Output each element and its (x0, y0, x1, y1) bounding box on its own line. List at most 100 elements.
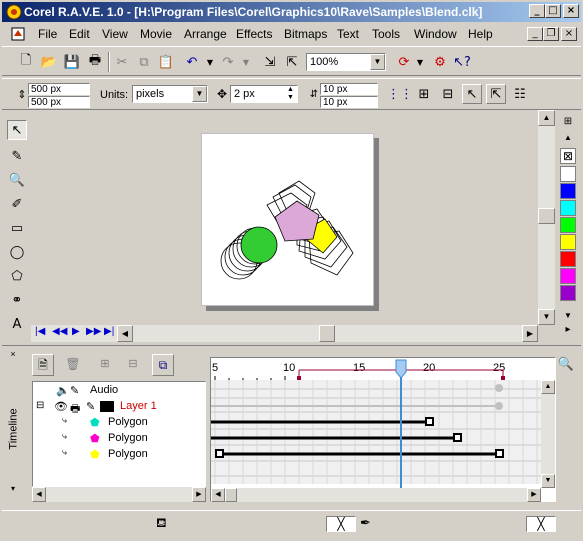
menu-effects[interactable]: Effects (236, 27, 272, 41)
redo-dropdown-icon[interactable]: ▼ (236, 52, 256, 72)
copy-icon[interactable]: ⧉ (134, 52, 154, 72)
edit-properties-icon[interactable]: ☷ (510, 84, 530, 104)
save-icon[interactable]: 💾 (62, 52, 82, 72)
pick-tool-icon[interactable]: ↖ (7, 120, 27, 140)
menu-file[interactable]: File (38, 27, 57, 41)
undo-icon[interactable]: ↶ (182, 52, 202, 72)
menu-window[interactable]: Window (414, 27, 457, 41)
zoom-dropdown-icon[interactable]: ▼ (370, 54, 385, 70)
layer-row-polygon-2[interactable]: ⤷ ⬟ Polygon (56, 431, 206, 447)
palette-swatch[interactable] (560, 183, 576, 199)
tree-expand-icon[interactable]: ⊟ (36, 400, 44, 411)
document-icon[interactable] (10, 26, 26, 42)
palette-swatch[interactable] (560, 217, 576, 233)
palette-swatch[interactable] (560, 268, 576, 284)
units-select[interactable]: pixels ▼ (132, 85, 208, 103)
corel-app-icon[interactable] (6, 4, 22, 20)
fill-none-indicator[interactable]: ╳ (326, 516, 356, 532)
menu-tools[interactable]: Tools (372, 27, 400, 41)
snap-to-grid-icon[interactable]: ⋮⋮ (387, 84, 413, 104)
scroll-right-icon[interactable]: ▶ (522, 325, 538, 342)
zoom-tool-icon[interactable]: 🔍 (7, 170, 27, 190)
menu-bitmaps[interactable]: Bitmaps (284, 27, 327, 41)
frames-hscroll-thumb[interactable] (225, 488, 237, 502)
treat-as-filled-icon[interactable]: ↖ (462, 84, 482, 104)
previous-frame-icon[interactable]: ◀◀ (52, 326, 67, 337)
menu-movie[interactable]: Movie (140, 27, 172, 41)
import-icon[interactable]: ⇲ (260, 52, 280, 72)
play-icon[interactable]: ▶ (72, 326, 80, 337)
last-frame-icon[interactable]: ▶| (104, 326, 114, 337)
duplicate-y-input[interactable]: 10 px (320, 96, 378, 108)
menu-view[interactable]: View (102, 27, 128, 41)
rectangle-tool-icon[interactable]: ▭ (7, 218, 27, 238)
scroll-down-icon[interactable]: ▼ (538, 309, 555, 325)
ellipse-tool-icon[interactable]: ◯ (7, 242, 27, 262)
palette-scroll-up-icon[interactable]: ▲ (560, 134, 576, 142)
show-tweens-icon[interactable]: ⧉ (152, 354, 174, 376)
fill-bucket-icon[interactable]: ⛾ (156, 515, 167, 533)
scroll-right-icon[interactable]: ▶ (527, 488, 541, 502)
frames-hscrollbar[interactable]: ◀ ▶ (211, 488, 541, 502)
freehand-tool-icon[interactable]: ✐ (7, 194, 27, 214)
no-color-swatch[interactable]: ⊠ (560, 148, 576, 164)
corel-online-icon[interactable]: ⚙ (430, 52, 450, 72)
timeline-zoom-icon[interactable]: 🔍 (556, 356, 576, 376)
scroll-left-icon[interactable]: ◀ (32, 487, 46, 502)
layer-color-swatch[interactable] (100, 401, 114, 412)
maximize-button[interactable]: □ (545, 4, 561, 18)
menu-arrange[interactable]: Arrange (184, 27, 227, 41)
scroll-right-icon[interactable]: ▶ (192, 487, 206, 502)
undo-dropdown-icon[interactable]: ▼ (200, 52, 220, 72)
delete-frames-icon[interactable]: ⊟ (122, 354, 144, 376)
polygon-tool-icon[interactable]: ⬠ (7, 266, 27, 286)
eye-icon[interactable]: 👁 (54, 400, 68, 413)
new-file-icon[interactable]: 🗋 (16, 52, 36, 72)
paste-icon[interactable]: 📋 (156, 52, 176, 72)
frames-grid[interactable] (211, 358, 555, 488)
palette-expand-icon[interactable]: ▸ (560, 324, 576, 340)
outline-none-indicator[interactable]: ╳ (526, 516, 556, 532)
palette-swatch[interactable] (560, 200, 576, 216)
frames-vscrollbar[interactable]: ▲ ▼ (541, 380, 555, 488)
layer-tree-hscrollbar[interactable]: ◀ ▶ (32, 487, 206, 502)
minimize-button[interactable]: _ (529, 4, 545, 18)
units-dropdown-icon[interactable]: ▼ (192, 86, 207, 102)
export-icon[interactable]: ⇱ (282, 52, 302, 72)
height-input[interactable]: 500 px (28, 96, 90, 108)
timeline-tab[interactable]: Timeline (4, 364, 24, 494)
layer-row-layer1[interactable]: ⊟ 👁 🖶 ✎ Layer 1 (36, 399, 206, 415)
layer-row-audio[interactable]: 🔈 ✎ Audio (56, 383, 206, 399)
menu-edit[interactable]: Edit (69, 27, 90, 41)
palette-swatch[interactable] (560, 285, 576, 301)
palette-flyout-icon[interactable]: ⊞ (560, 116, 576, 132)
scroll-left-icon[interactable]: ◀ (211, 488, 225, 502)
redo-icon[interactable]: ↷ (218, 52, 238, 72)
open-folder-icon[interactable]: 📂 (39, 52, 59, 72)
next-frame-icon[interactable]: ▶▶ (86, 326, 101, 337)
tool-options-icon[interactable]: ⇱ (486, 84, 506, 104)
print-icon[interactable]: 🖶 (85, 52, 105, 72)
scroll-left-icon[interactable]: ◀ (117, 325, 133, 342)
launcher-dropdown-icon[interactable]: ▼ (410, 52, 430, 72)
blend-artwork[interactable] (201, 133, 374, 306)
scroll-down-icon[interactable]: ▼ (541, 474, 555, 488)
docker-collapse-icon[interactable]: ▾ (8, 484, 18, 494)
snap-guidelines-icon[interactable]: ⊞ (414, 84, 434, 104)
doc-minimize-button[interactable]: _ (527, 27, 543, 41)
shape-tool-icon[interactable]: ✎ (7, 146, 27, 166)
whats-this-help-icon[interactable]: ↖? (452, 52, 472, 72)
delete-icon[interactable]: 🗑 (62, 354, 84, 376)
palette-swatch[interactable] (560, 234, 576, 250)
stage-vertical-scrollbar[interactable]: ▲ ▼ (538, 110, 555, 325)
menu-help[interactable]: Help (468, 27, 493, 41)
nudge-input[interactable]: 2 px ▲ ▼ (230, 85, 298, 103)
new-layer-icon[interactable]: 🗎 (32, 354, 54, 376)
nudge-spinner-icon[interactable]: ▲ ▼ (285, 86, 296, 102)
interactive-tool-icon[interactable]: ⚭ (7, 290, 27, 310)
doc-close-button[interactable]: × (561, 27, 577, 41)
palette-scroll-down-icon[interactable]: ▼ (560, 311, 576, 321)
close-button[interactable]: × (563, 4, 579, 18)
cut-icon[interactable]: ✂ (112, 52, 132, 72)
horizontal-scroll-thumb[interactable] (319, 325, 335, 342)
